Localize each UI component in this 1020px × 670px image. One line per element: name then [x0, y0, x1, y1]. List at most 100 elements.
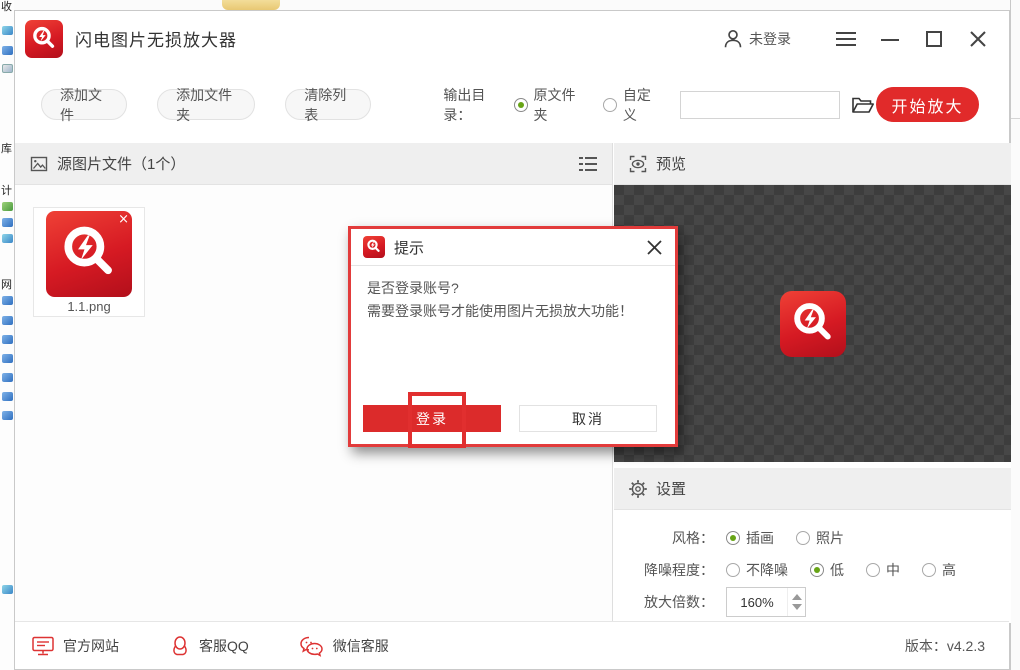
output-radio-custom[interactable]: 自定义 — [603, 85, 656, 125]
monitor-icon — [31, 635, 55, 657]
computer-icon — [2, 354, 13, 363]
file-name: 1.1.png — [34, 299, 144, 314]
version-label: 版本：v4.2.3 — [905, 636, 985, 656]
radio-icon — [603, 98, 617, 112]
gear-icon — [628, 479, 648, 499]
wechat-icon — [299, 635, 325, 657]
title-bar: 闪电图片无损放大器 未登录 — [15, 11, 1009, 66]
explorer-icon — [2, 46, 13, 55]
maximize-button[interactable] — [919, 24, 949, 54]
radio-icon — [514, 98, 528, 112]
dialog-message-line2: 需要登录账号才能使用图片无损放大功能！ — [367, 300, 659, 323]
file-thumbnail-card[interactable]: × 1.1.png — [33, 207, 145, 317]
dialog-message: 是否登录账号? 需要登录账号才能使用图片无损放大功能！ — [351, 266, 675, 334]
denoise-radio-high[interactable]: 高 — [922, 560, 956, 580]
scale-value: 160% — [727, 595, 787, 610]
list-view-icon — [578, 155, 598, 173]
computer-icon — [2, 335, 13, 344]
official-website-label: 官方网站 — [63, 636, 119, 656]
computer-icon — [2, 392, 13, 401]
output-dir-label: 输出目录： — [443, 85, 503, 125]
settings-panel-header: 设置 — [614, 468, 1011, 510]
qq-icon — [169, 635, 191, 657]
scale-spinner[interactable]: 160% — [726, 587, 806, 617]
close-icon — [969, 30, 987, 48]
style-radio-illustration[interactable]: 插画 — [726, 528, 774, 548]
open-folder-icon — [851, 95, 875, 115]
style-setting-row: 风格： 插画 照片 — [614, 522, 1011, 554]
toolbar: 添加文件 添加文件夹 清除列表 输出目录： 原文件夹 自定义 开始放大 — [15, 66, 1009, 143]
login-status-button[interactable]: 未登录 — [722, 28, 791, 50]
background-explorer-strip: 收 库 计 网 — [0, 0, 14, 670]
dialog-message-line1: 是否登录账号? — [367, 277, 659, 300]
official-website-link[interactable]: 官方网站 — [31, 635, 119, 657]
footer-bar: 官方网站 客服QQ 微信客服 版本：v4.2.3 — [15, 621, 1009, 669]
background-text: 计 — [1, 182, 12, 198]
computer-icon — [2, 373, 13, 382]
radio-label: 自定义 — [623, 85, 656, 125]
wechat-support-label: 微信客服 — [333, 636, 389, 656]
source-panel-header: 源图片文件（1个） — [15, 143, 612, 185]
add-file-button[interactable]: 添加文件 — [41, 89, 127, 120]
scale-setting-row: 放大倍数： 160% — [614, 586, 1011, 618]
preview-eye-icon — [628, 154, 648, 174]
denoise-radio-low[interactable]: 低 — [810, 560, 844, 580]
style-radio-photo[interactable]: 照片 — [796, 528, 844, 548]
denoise-radio-none[interactable]: 不降噪 — [726, 560, 788, 580]
clear-list-button[interactable]: 清除列表 — [285, 89, 371, 120]
start-enlarge-button[interactable]: 开始放大 — [876, 87, 979, 122]
browse-folder-button[interactable] — [850, 90, 876, 120]
spin-down-icon[interactable] — [792, 604, 802, 610]
background-window-strip — [1010, 0, 1020, 670]
minimize-icon — [880, 31, 900, 47]
maximize-icon — [925, 30, 943, 48]
background-desktop-strip — [14, 0, 1010, 10]
explorer-icon — [2, 585, 13, 594]
minimize-button[interactable] — [875, 24, 905, 54]
preview-panel-title: 预览 — [656, 153, 686, 174]
explorer-icon — [2, 202, 13, 211]
output-path-input[interactable] — [680, 91, 840, 119]
close-icon — [646, 239, 663, 256]
source-panel-title: 源图片文件（1个） — [57, 153, 185, 174]
radio-label: 插画 — [746, 528, 774, 548]
remove-file-icon[interactable]: × — [118, 213, 129, 226]
radio-label: 不降噪 — [746, 560, 788, 580]
dialog-close-button[interactable] — [646, 239, 663, 256]
login-status-label: 未登录 — [749, 29, 791, 49]
app-title: 闪电图片无损放大器 — [75, 26, 237, 51]
wechat-support-link[interactable]: 微信客服 — [299, 635, 389, 657]
radio-label: 原文件夹 — [534, 85, 579, 125]
radio-label: 照片 — [816, 528, 844, 548]
explorer-icon — [2, 218, 13, 227]
list-view-button[interactable] — [578, 155, 598, 173]
dialog-header: 提示 — [351, 229, 675, 266]
add-folder-button[interactable]: 添加文件夹 — [157, 89, 255, 120]
qq-support-link[interactable]: 客服QQ — [169, 635, 249, 657]
computer-icon — [2, 296, 13, 305]
hamburger-icon — [835, 31, 857, 47]
denoise-setting-row: 降噪程度： 不降噪 低 中 高 — [614, 554, 1011, 586]
file-thumbnail-image: × — [46, 211, 132, 297]
explorer-icon — [2, 26, 13, 35]
preview-panel-header: 预览 — [614, 143, 1011, 185]
dialog-cancel-button[interactable]: 取消 — [519, 405, 657, 432]
dialog-logo-icon — [363, 236, 385, 258]
style-label: 风格： — [628, 528, 714, 548]
scale-label: 放大倍数： — [628, 592, 714, 612]
dialog-login-button[interactable]: 登录 — [363, 405, 501, 432]
settings-panel-title: 设置 — [656, 478, 686, 499]
background-text: 收 — [1, 0, 12, 14]
explorer-icon — [2, 234, 13, 243]
close-button[interactable] — [963, 24, 993, 54]
radio-icon — [726, 563, 740, 577]
radio-icon — [726, 531, 740, 545]
app-logo-icon — [25, 20, 63, 58]
radio-label: 低 — [830, 560, 844, 580]
menu-button[interactable] — [831, 24, 861, 54]
output-radio-original-folder[interactable]: 原文件夹 — [514, 85, 579, 125]
denoise-radio-medium[interactable]: 中 — [866, 560, 900, 580]
dialog-title: 提示 — [394, 237, 424, 258]
spin-up-icon[interactable] — [792, 594, 802, 600]
divider — [1011, 118, 1020, 119]
